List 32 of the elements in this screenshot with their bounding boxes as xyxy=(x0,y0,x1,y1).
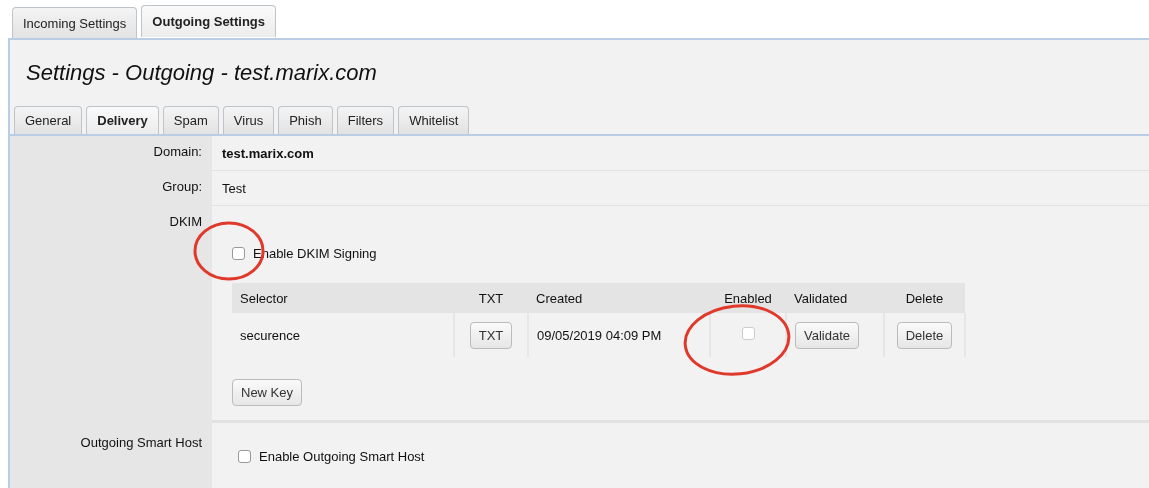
column-header: Delete xyxy=(884,283,965,313)
delete-button[interactable]: Delete xyxy=(896,321,953,349)
section-tab[interactable]: Filters xyxy=(336,106,395,134)
section-tab[interactable]: General xyxy=(14,106,83,134)
field-label: DKIM xyxy=(169,214,202,229)
table-cell: securence xyxy=(240,327,300,343)
column-header: Validated xyxy=(786,283,884,313)
checkbox[interactable] xyxy=(741,327,755,340)
checkbox[interactable] xyxy=(232,247,245,260)
settings-tab[interactable]: Outgoing Settings xyxy=(141,5,276,37)
checkbox[interactable] xyxy=(238,450,251,463)
validate-button[interactable]: Validate xyxy=(795,321,859,349)
section-tab[interactable]: Delivery xyxy=(86,106,159,134)
field-label: Domain: xyxy=(153,144,202,159)
field-label: Outgoing Smart Host xyxy=(80,435,202,450)
section-tab[interactable]: Virus xyxy=(222,106,275,134)
section-tab[interactable]: Spam xyxy=(162,106,219,134)
field-label: Group: xyxy=(162,179,202,194)
table-cell: 09/05/2019 04:09 PM xyxy=(537,327,662,343)
column-header: Created xyxy=(528,283,710,313)
column-header: TXT xyxy=(454,283,528,313)
page-title: Settings - Outgoing - test.marix.com xyxy=(25,59,378,87)
section-tab[interactable]: Whitelist xyxy=(398,106,470,134)
settings-tab[interactable]: Incoming Settings xyxy=(12,7,138,38)
column-header: Selector xyxy=(232,283,454,313)
field-value: Test xyxy=(222,180,246,196)
field-value: test.marix.com xyxy=(222,145,314,161)
new-key-button[interactable]: New Key xyxy=(232,379,303,406)
checkbox-label: Enable Outgoing Smart Host xyxy=(259,449,425,464)
txt-button[interactable]: TXT xyxy=(469,321,513,349)
column-header: Enabled xyxy=(710,283,786,313)
section-tab[interactable]: Phish xyxy=(278,106,333,134)
